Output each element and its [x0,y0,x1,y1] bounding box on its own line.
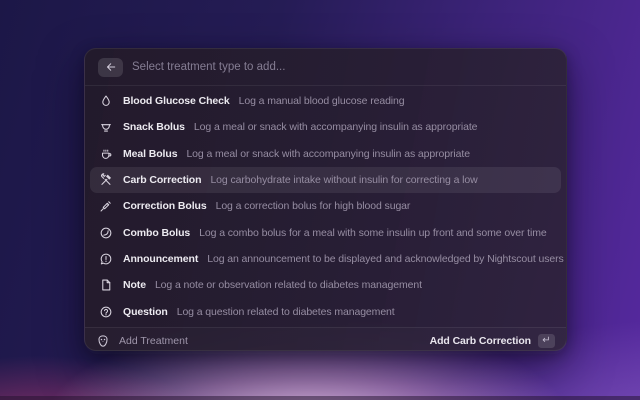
item-subtitle: Log an announcement to be displayed and … [207,253,563,265]
item-subtitle: Log a correction bolus for high blood su… [216,200,411,212]
item-subtitle: Log a manual blood glucose reading [239,95,405,107]
item-subtitle: Log a note or observation related to dia… [155,279,422,291]
note-page-icon [99,278,113,292]
nightscout-owl-logo-icon [96,334,110,348]
question-circle-icon [99,305,113,319]
extension-label: Add Treatment [119,335,188,347]
list-item-snack-bolus[interactable]: Snack Bolus Log a meal or snack with acc… [90,114,561,140]
palette-header [85,49,566,86]
item-title: Snack Bolus [123,121,185,133]
primary-action-label: Add Carb Correction [430,335,531,347]
list-item-combo-bolus[interactable]: Combo Bolus Log a combo bolus for a meal… [90,219,561,245]
item-title: Correction Bolus [123,200,207,212]
hammer-wrench-icon [99,173,113,187]
droplet-icon [99,94,113,108]
item-subtitle: Log a question related to diabetes manag… [177,306,395,318]
item-title: Note [123,279,146,291]
item-subtitle: Log a meal or snack with accompanying in… [194,121,478,133]
palette-footer: Add Treatment Add Carb Correction ↵ [85,327,566,354]
item-title: Blood Glucose Check [123,95,230,107]
item-title: Combo Bolus [123,227,190,239]
desktop-background: Blood Glucose Check Log a manual blood g… [0,0,640,400]
list-item-question[interactable]: Question Log a question related to diabe… [90,298,561,324]
list-item-announcement[interactable]: Announcement Log an announcement to be d… [90,246,561,272]
item-title: Question [123,306,168,318]
search-input[interactable] [132,61,553,73]
item-title: Announcement [123,253,198,265]
item-subtitle: Log a combo bolus for a meal with some i… [199,227,546,239]
list-item-correction-bolus[interactable]: Correction Bolus Log a correction bolus … [90,193,561,219]
steaming-mug-icon [99,147,113,161]
list-item-meal-bolus[interactable]: Meal Bolus Log a meal or snack with acco… [90,141,561,167]
treatment-type-list: Blood Glucose Check Log a manual blood g… [85,86,566,327]
item-subtitle: Log carbohydrate intake without insulin … [210,174,477,186]
list-item-blood-glucose-check[interactable]: Blood Glucose Check Log a manual blood g… [90,88,561,114]
item-title: Carb Correction [123,174,201,186]
back-button[interactable] [98,58,123,77]
arrow-left-icon [105,61,117,73]
enter-key-icon: ↵ [538,334,555,348]
list-item-carb-correction[interactable]: Carb Correction Log carbohydrate intake … [90,167,561,193]
primary-action-button[interactable]: Add Carb Correction ↵ [430,334,555,348]
syringe-icon [99,199,113,213]
combo-circle-icon [99,226,113,240]
command-palette: Blood Glucose Check Log a manual blood g… [84,48,567,351]
list-item-note[interactable]: Note Log a note or observation related t… [90,272,561,298]
announcement-bubble-icon [99,252,113,266]
snack-cup-icon [99,120,113,134]
item-subtitle: Log a meal or snack with accompanying in… [186,148,470,160]
item-title: Meal Bolus [123,148,177,160]
